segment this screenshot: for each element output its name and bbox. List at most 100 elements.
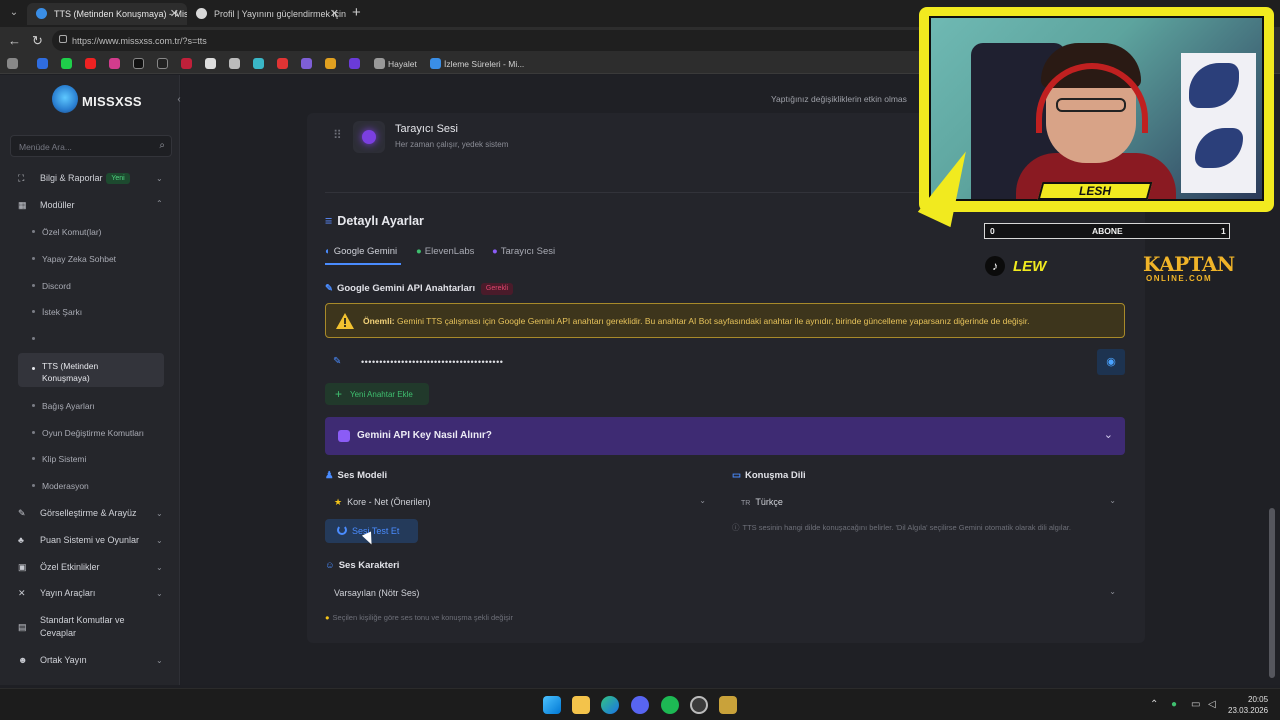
collapse-sidebar-chevron-icon[interactable]: ‹ <box>172 93 186 107</box>
subitem-label: Özel Komut(lar) <box>42 227 102 237</box>
voice-model-value: Kore - Net (Önerilen) <box>347 497 431 507</box>
bullet-dot <box>32 431 35 434</box>
file-explorer-icon[interactable] <box>572 696 590 714</box>
add-key-button[interactable]: + Yeni Anahtar Ekle <box>325 383 429 405</box>
grid-icon: ▦ <box>18 200 27 210</box>
section-title: ≡ Detaylı Ayarlar <box>325 214 424 228</box>
sidebar-item-label: Yayın Araçları <box>40 588 96 598</box>
character-label-text: Ses Karakteri <box>338 560 400 571</box>
keyboard-icon: ▤ <box>18 622 27 632</box>
sidebar-item-moduller[interactable]: ▦ Modüller <box>18 200 168 212</box>
settings-gear-icon[interactable] <box>690 696 708 714</box>
bullet-dot <box>32 337 35 340</box>
bookmark-kick-icon[interactable] <box>61 58 72 69</box>
app-icon[interactable] <box>719 696 737 714</box>
key-icon: ✎ <box>325 283 333 294</box>
bookmark-izleme-icon[interactable] <box>430 58 441 69</box>
bookmark-generic-icon[interactable] <box>7 58 18 69</box>
subitem-label-line1: TTS (Metinden <box>42 361 99 371</box>
tab-google-gemini[interactable]: ◐ Google Gemini <box>325 246 397 257</box>
character-select[interactable]: Varsayılan (Nötr Ses) ⌄ <box>325 581 1125 605</box>
subscriber-goal-bar: 0 ABONE 1 <box>984 223 1230 239</box>
sidebar-item-bilgi[interactable]: ⛶ Bilgi & Raporlar <box>18 173 168 185</box>
discord-icon[interactable] <box>631 696 649 714</box>
tab-elevenlabs[interactable]: ● ElevenLabs <box>416 246 474 257</box>
chevron-down-icon[interactable]: ⌄ <box>156 536 163 545</box>
bullet-dot <box>32 367 35 370</box>
bookmark-x-icon[interactable] <box>157 58 168 69</box>
chevron-up-icon[interactable]: ⌃ <box>1150 699 1158 710</box>
sidebar-item-gorsel[interactable]: ✎ Görselleştirme & Arayüz <box>18 508 168 520</box>
bookmark-izleme[interactable]: İzleme Süreleri - Mi... <box>444 59 524 69</box>
bullet-dot <box>32 230 35 233</box>
api-key-input[interactable]: ••••••••••••••••••••••••••••••••••••••• <box>351 349 1097 375</box>
bookmark-red2-icon[interactable] <box>277 58 288 69</box>
display-icon[interactable]: ▭ <box>1191 699 1200 710</box>
browser-voice-title: Tarayıcı Sesi <box>395 123 458 135</box>
language-select[interactable]: TR Türkçe ⌄ <box>732 490 1125 514</box>
scrollbar-thumb[interactable] <box>1269 508 1275 678</box>
sidebar-item-label: Ortak Yayın <box>40 655 87 665</box>
browser-tab-tts[interactable]: TTS (Metinden Konuşmaya) - Miss ✕ <box>27 3 187 25</box>
new-tab-plus-icon[interactable]: + <box>352 4 361 21</box>
required-badge: Gerekli <box>481 283 513 295</box>
section-title-text: Detaylı Ayarlar <box>337 214 424 228</box>
sidebar-search-input[interactable]: Menüde Ara... ⌕ <box>10 135 172 157</box>
chevron-down-icon[interactable]: ⌄ <box>156 589 163 598</box>
sidebar-item-yayin[interactable]: ✕ Yayın Araçları <box>18 588 168 600</box>
google-icon: ◐ <box>325 246 331 257</box>
bookmark-github-icon[interactable] <box>229 58 240 69</box>
spotify-icon[interactable] <box>661 696 679 714</box>
chevron-down-icon[interactable]: ⌄ <box>156 656 163 665</box>
bookmark-r-icon[interactable] <box>37 58 48 69</box>
api-keys-title-text: Google Gemini API Anahtarları <box>336 283 476 294</box>
wall-poster <box>1181 53 1256 193</box>
bookmark-hayalet-icon[interactable] <box>374 58 385 69</box>
list-icon: ≡ <box>325 214 333 228</box>
browser-voice-icon <box>353 121 385 153</box>
microphone-icon[interactable]: ● <box>1171 699 1177 710</box>
back-arrow-icon[interactable]: ← <box>8 33 21 48</box>
system-clock[interactable]: 20:05 23.03.2026 <box>1228 694 1268 716</box>
close-tab-icon[interactable]: ✕ <box>330 7 339 20</box>
windows-start-icon[interactable] <box>543 696 561 714</box>
howto-accordion[interactable]: Gemini API Key Nasıl Alınır? ⌄ <box>325 417 1125 455</box>
tab-tarayici-sesi[interactable]: ● Tarayıcı Sesi <box>492 246 555 257</box>
bookmark-diamond-icon[interactable] <box>205 58 216 69</box>
bookmark-k-icon[interactable] <box>325 58 336 69</box>
bookmark-instagram-icon[interactable] <box>109 58 120 69</box>
language-hint-text: TTS sesinin hangi dilde konuşacağını bel… <box>742 523 1071 532</box>
voice-model-label-text: Ses Modeli <box>337 470 388 481</box>
drag-handle-icon[interactable]: ⠿ <box>333 128 342 142</box>
speaker-icon[interactable]: ◁ <box>1208 699 1216 710</box>
sidebar-item-puan[interactable]: ♣ Puan Sistemi ve Oyunlar <box>18 535 168 547</box>
bookmark-violet-icon[interactable] <box>349 58 360 69</box>
bookmark-youtube-icon[interactable] <box>85 58 96 69</box>
lock-icon <box>59 35 67 43</box>
tab-list-chevron-icon[interactable]: ⌄ <box>6 5 22 21</box>
sidebar-item-label: Özel Etkinlikler <box>40 562 100 572</box>
bookmark-hayalet[interactable]: Hayalet <box>388 59 417 69</box>
reload-icon[interactable]: ↻ <box>32 33 43 49</box>
chevron-down-icon[interactable]: ⌄ <box>156 509 163 518</box>
bookmark-red-icon[interactable] <box>181 58 192 69</box>
sidebar-item-ozel[interactable]: ▣ Özel Etkinlikler <box>18 562 168 574</box>
url-field[interactable]: https://www.missxss.com.tr/?s=tts <box>52 30 932 51</box>
logo[interactable]: MISSXSS <box>52 83 147 117</box>
chevron-down-icon[interactable]: ⌄ <box>156 174 163 183</box>
voice-model-select[interactable]: ★ Kore - Net (Önerilen) ⌄ <box>325 490 715 514</box>
sub-goal-label: ABONE <box>1092 226 1123 236</box>
bookmark-purple-icon[interactable] <box>301 58 312 69</box>
browser-tab-profile[interactable]: Profil | Yayınını güçlendirmek için ✕ <box>187 3 347 25</box>
edge-icon[interactable] <box>601 696 619 714</box>
sidebar-item-standart[interactable]: ▤ Standart Komutlar ve Cevaplar <box>18 615 168 641</box>
bookmark-tiktok-icon[interactable] <box>133 58 144 69</box>
close-tab-icon[interactable]: ✕ <box>170 7 179 20</box>
chevron-down-icon[interactable]: ⌄ <box>156 563 163 572</box>
warning-icon <box>336 313 354 329</box>
eye-icon[interactable]: ◉ <box>1097 349 1125 375</box>
chevron-up-icon[interactable]: ⌃ <box>156 199 163 208</box>
expand-icon: ⛶ <box>18 173 25 183</box>
bookmark-cyan-icon[interactable] <box>253 58 264 69</box>
sidebar-item-ortak[interactable]: ☻ Ortak Yayın <box>18 655 168 667</box>
